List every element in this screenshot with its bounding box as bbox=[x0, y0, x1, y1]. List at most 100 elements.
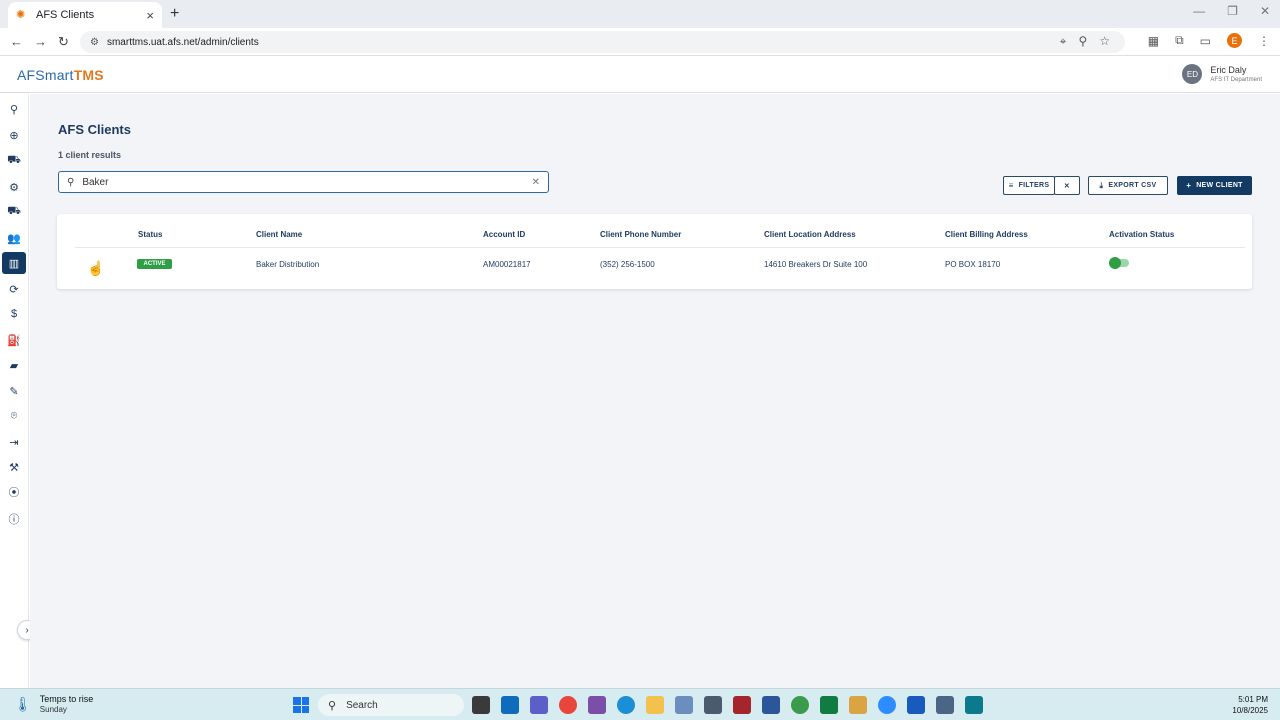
forward-icon[interactable]: → bbox=[34, 34, 47, 49]
sidebar-item-documents[interactable]: ▰ bbox=[2, 354, 26, 376]
filters-button[interactable]: ≡ FILTERS bbox=[1003, 176, 1055, 195]
windows-logo-pane bbox=[293, 697, 301, 705]
snipping-tool-icon[interactable] bbox=[675, 696, 693, 714]
windows-logo-pane bbox=[301, 705, 309, 713]
browser-tab[interactable]: ✺ AFS Clients × bbox=[8, 2, 162, 28]
column-header-location-address[interactable]: Client Location Address bbox=[764, 230, 856, 239]
sidebar-item-shipments[interactable]: ⛟ bbox=[2, 150, 26, 172]
sidebar-item-sync[interactable]: ⟳ bbox=[2, 278, 26, 300]
sidebar-item-settings[interactable]: ⚙ bbox=[2, 176, 26, 198]
side-panel-icon[interactable]: ▭ bbox=[1200, 34, 1211, 48]
calculator-icon[interactable] bbox=[704, 696, 722, 714]
globe-icon[interactable] bbox=[791, 696, 809, 714]
client-name-cell[interactable]: Baker Distribution bbox=[256, 260, 319, 269]
column-header-phone[interactable]: Client Phone Number bbox=[600, 230, 681, 239]
favicon-icon: ✺ bbox=[16, 9, 26, 21]
hammer-icon: ⚒ bbox=[9, 461, 19, 474]
column-header-client-name[interactable]: Client Name bbox=[256, 230, 302, 239]
clear-filters-button[interactable]: ✕ bbox=[1054, 176, 1080, 195]
sidebar-item-tracking[interactable]: ⦿ bbox=[2, 481, 26, 503]
app-r-icon[interactable] bbox=[965, 696, 983, 714]
edit-document-icon: ✎ bbox=[9, 385, 19, 398]
zoom-icon[interactable] bbox=[878, 696, 896, 714]
minimize-icon[interactable]: — bbox=[1193, 4, 1205, 18]
access-icon[interactable] bbox=[733, 696, 751, 714]
task-view-icon[interactable] bbox=[472, 696, 490, 714]
media-player-icon[interactable] bbox=[849, 696, 867, 714]
sidebar-item-carriers[interactable]: ⛟ bbox=[2, 201, 26, 223]
taskbar-search[interactable]: ⚲ Search bbox=[318, 694, 464, 716]
zoom-icon[interactable]: ⚲ bbox=[1078, 34, 1087, 49]
back-icon[interactable]: ← bbox=[10, 34, 23, 49]
delivery-truck-icon: ⛟ bbox=[7, 205, 21, 217]
sidebar-item-search[interactable]: ⚲ bbox=[2, 98, 26, 120]
sidebar-item-info[interactable]: ⓘ bbox=[2, 508, 26, 530]
word-icon[interactable] bbox=[907, 696, 925, 714]
gear-icon: ⚙ bbox=[9, 181, 19, 194]
browser-tab-bar: ✺ AFS Clients × + — ❐ ✕ bbox=[0, 0, 1280, 28]
building-icon: ▥ bbox=[8, 257, 20, 270]
window-controls: — ❐ ✕ bbox=[1193, 4, 1270, 18]
restore-icon[interactable]: ❐ bbox=[1227, 4, 1238, 18]
user-department: AFS IT Department bbox=[1210, 77, 1262, 83]
sync-icon: ⟳ bbox=[9, 283, 19, 296]
reload-icon[interactable]: ↻ bbox=[58, 34, 69, 50]
teams-icon[interactable] bbox=[530, 696, 548, 714]
sidebar: ⚲ ⊕ ⛟ ⚙ ⛟ 👥 ▥ ⟳ $ ⛽ ▰ ✎ ⌾ ⇥ ⚒ ⦿ ⓘ bbox=[0, 94, 29, 688]
browser-menu-icon[interactable]: ⋮ bbox=[1258, 34, 1270, 48]
sidebar-item-edit[interactable]: ✎ bbox=[2, 380, 26, 402]
url-field[interactable]: ⚙ smarttms.uat.afs.net/admin/clients bbox=[80, 31, 1125, 53]
account-id-cell: AM00021817 bbox=[483, 260, 531, 269]
activation-toggle[interactable] bbox=[1109, 257, 1131, 269]
folder-icon: ▰ bbox=[9, 359, 19, 372]
column-header-activation-status[interactable]: Activation Status bbox=[1109, 230, 1174, 239]
sidebar-item-tools[interactable]: ⚒ bbox=[2, 456, 26, 478]
column-header-account-id[interactable]: Account ID bbox=[483, 230, 525, 239]
window-close-icon[interactable]: ✕ bbox=[1260, 4, 1270, 18]
column-header-billing-address[interactable]: Client Billing Address bbox=[945, 230, 1028, 239]
new-tab-icon[interactable]: + bbox=[170, 5, 179, 23]
extension-a-icon[interactable]: ▦ bbox=[1148, 34, 1159, 48]
weather-subtitle: Sunday bbox=[39, 705, 67, 714]
zoom-search-icon: ⊕ bbox=[9, 129, 19, 142]
chrome-icon[interactable] bbox=[559, 696, 577, 714]
location-icon[interactable]: ⌖ bbox=[1060, 34, 1067, 49]
sidebar-item-export[interactable]: ⇥ bbox=[2, 431, 26, 453]
sidebar-item-billing[interactable]: $ bbox=[2, 303, 26, 325]
edge-icon[interactable] bbox=[617, 696, 635, 714]
windows-logo-pane bbox=[301, 697, 309, 705]
close-tab-icon[interactable]: × bbox=[146, 8, 154, 23]
bookmark-star-icon[interactable]: ☆ bbox=[1099, 34, 1110, 49]
sidebar-item-users[interactable]: 👥 bbox=[2, 227, 26, 249]
file-explorer-icon[interactable] bbox=[646, 696, 664, 714]
new-client-button[interactable]: + NEW CLIENT bbox=[1177, 176, 1252, 195]
excel-icon[interactable] bbox=[820, 696, 838, 714]
brand-logo[interactable]: AFSmartTMS bbox=[17, 67, 104, 83]
column-header-status[interactable]: Status bbox=[138, 230, 162, 239]
start-button[interactable] bbox=[293, 697, 309, 713]
sidebar-item-fuel[interactable]: ⛽ bbox=[2, 329, 26, 351]
sidebar-item-locations[interactable]: ⌾ bbox=[2, 405, 26, 427]
clients-table: Status Client Name Account ID Client Pho… bbox=[57, 214, 1252, 289]
fuel-icon: ⛽ bbox=[7, 334, 21, 347]
outlook-icon[interactable] bbox=[501, 696, 519, 714]
clear-search-icon[interactable]: ✕ bbox=[532, 177, 540, 188]
sidebar-item-zoom-search[interactable]: ⊕ bbox=[2, 124, 26, 146]
notepad-icon[interactable] bbox=[762, 696, 780, 714]
export-csv-button[interactable]: ⤓ EXPORT CSV bbox=[1088, 176, 1168, 195]
profile-avatar[interactable]: E bbox=[1227, 33, 1242, 48]
weather-widget[interactable]: 🌡 Temps to rise Sunday bbox=[14, 694, 93, 714]
search-value: Baker bbox=[82, 176, 109, 188]
system-clock[interactable]: 5:01 PM 10/8/2025 bbox=[1232, 694, 1268, 716]
extensions-puzzle-icon[interactable]: ⧉ bbox=[1175, 33, 1184, 48]
slack-icon[interactable] bbox=[588, 696, 606, 714]
sidebar-item-clients[interactable]: ▥ bbox=[2, 252, 26, 274]
user-menu[interactable]: ED Eric Daly AFS IT Department bbox=[1182, 64, 1262, 84]
antenna-icon: ⦿ bbox=[8, 487, 20, 499]
hand-cursor-icon: ☝ bbox=[87, 260, 105, 276]
search-input[interactable]: ⚲ Baker ✕ bbox=[58, 171, 549, 193]
close-icon: ✕ bbox=[1063, 182, 1071, 190]
billing-address-cell: PO BOX 18170 bbox=[945, 260, 1001, 269]
site-info-icon[interactable]: ⚙ bbox=[90, 37, 99, 48]
remote-desktop-icon[interactable] bbox=[936, 696, 954, 714]
